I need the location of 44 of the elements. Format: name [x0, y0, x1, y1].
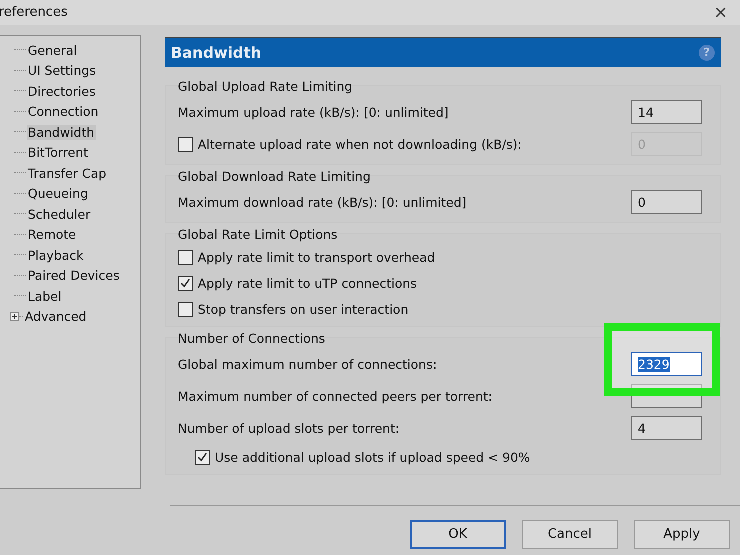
group-title: Global Upload Rate Limiting [178, 78, 354, 96]
dialog-button[interactable]: Apply [634, 520, 730, 549]
sidebar-item[interactable]: Transfer Cap [27, 166, 108, 181]
sidebar-item[interactable]: Playback [27, 248, 85, 263]
checkbox-label: Stop transfers on user interaction [198, 302, 409, 316]
field-label: Maximum upload rate (kB/s): [0: unlimited] [178, 104, 449, 120]
field-label: Number of upload slots per torrent: [178, 420, 400, 436]
checkbox[interactable] [178, 276, 193, 290]
checkbox-label: Apply rate limit to transport overhead [198, 250, 436, 264]
dialog-button[interactable]: OK [410, 520, 506, 549]
panel-title: Bandwidth [171, 44, 262, 62]
sidebar-item[interactable]: Remote [27, 227, 78, 242]
checkbox[interactable] [178, 302, 193, 316]
sidebar-item[interactable]: Label [27, 288, 63, 304]
sidebar-item[interactable]: Paired Devices [27, 268, 121, 284]
input-field[interactable]: 2329 [631, 352, 702, 376]
sidebar-item[interactable]: Connection [27, 104, 100, 120]
sidebar-item[interactable]: Directories [27, 84, 97, 99]
window-title: references [0, 5, 68, 20]
checkbox-label: Use additional upload slots if upload speed < 90% [215, 450, 530, 464]
group-title: Global Download Rate Limiting [178, 168, 372, 186]
sidebar-item[interactable]: Bandwidth [27, 124, 96, 140]
input-field[interactable]: 4 [631, 416, 702, 440]
sidebar-item[interactable]: General [27, 42, 78, 58]
close-button[interactable]: × [714, 2, 728, 22]
sidebar-item[interactable]: Scheduler [27, 206, 92, 222]
sidebar-item[interactable]: Queueing [27, 186, 90, 202]
checkbox[interactable] [178, 250, 193, 264]
sidebar-item[interactable]: Advanced [24, 309, 88, 324]
group-title: Number of Connections [178, 330, 326, 348]
checkbox-label: Apply rate limit to uTP connections [198, 276, 418, 290]
checkbox-label: Alternate upload rate when not downloading (kB/s): [198, 136, 522, 152]
dialog-button[interactable]: Cancel [522, 520, 618, 549]
field-label: Maximum number of connected peers per torrent: [178, 388, 493, 404]
sidebar-item[interactable]: BitTorrent [27, 145, 90, 160]
input-field[interactable]: 14 [631, 100, 702, 124]
sidebar-item[interactable]: UI Settings [27, 63, 98, 78]
input-field[interactable]: 0 [631, 190, 702, 214]
input-field[interactable] [631, 384, 702, 408]
field-label: Maximum download rate (kB/s): [0: unlimited] [178, 194, 467, 210]
expand-icon[interactable] [10, 312, 19, 322]
field-label: Global maximum number of connections: [178, 356, 438, 372]
checkbox[interactable] [195, 450, 210, 464]
group-title: Global Rate Limit Options [178, 226, 339, 244]
